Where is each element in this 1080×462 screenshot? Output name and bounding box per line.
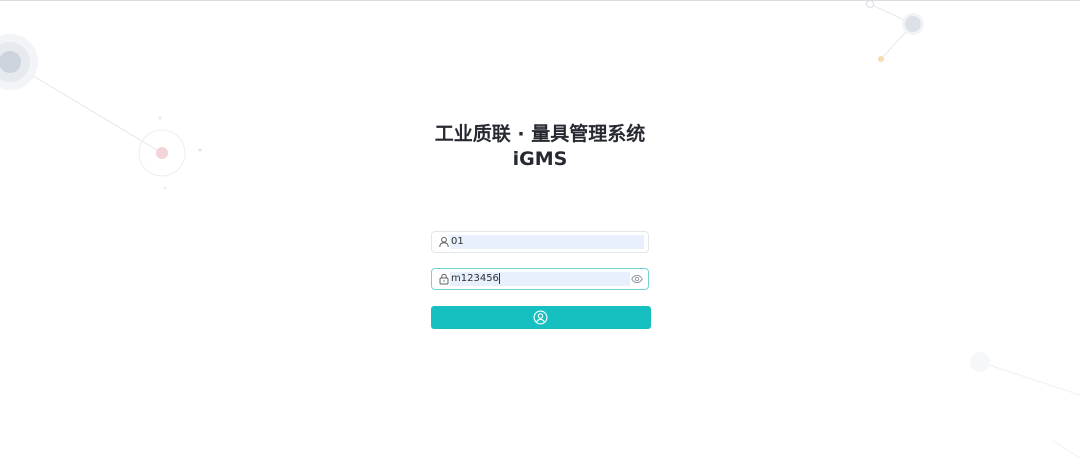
text-caret — [498, 272, 500, 284]
username-field[interactable]: 01 — [431, 231, 649, 253]
user-icon — [439, 236, 449, 248]
title-subtitle: iGMS — [512, 148, 568, 170]
login-button[interactable] — [431, 306, 651, 329]
title-main: 工业质联 · 量具管理系统 — [434, 123, 646, 145]
user-circle-icon — [533, 310, 548, 325]
password-input[interactable]: m123456 — [450, 272, 630, 286]
password-field[interactable]: m123456 — [431, 268, 649, 290]
page-title: 工业质联 · 量具管理系统 iGMS — [340, 122, 740, 172]
top-border — [0, 0, 1080, 1]
eye-icon[interactable] — [631, 273, 643, 285]
username-input[interactable]: 01 — [450, 235, 644, 249]
password-value: m123456 — [451, 273, 499, 284]
lock-icon — [439, 273, 449, 285]
username-value: 01 — [451, 236, 464, 247]
